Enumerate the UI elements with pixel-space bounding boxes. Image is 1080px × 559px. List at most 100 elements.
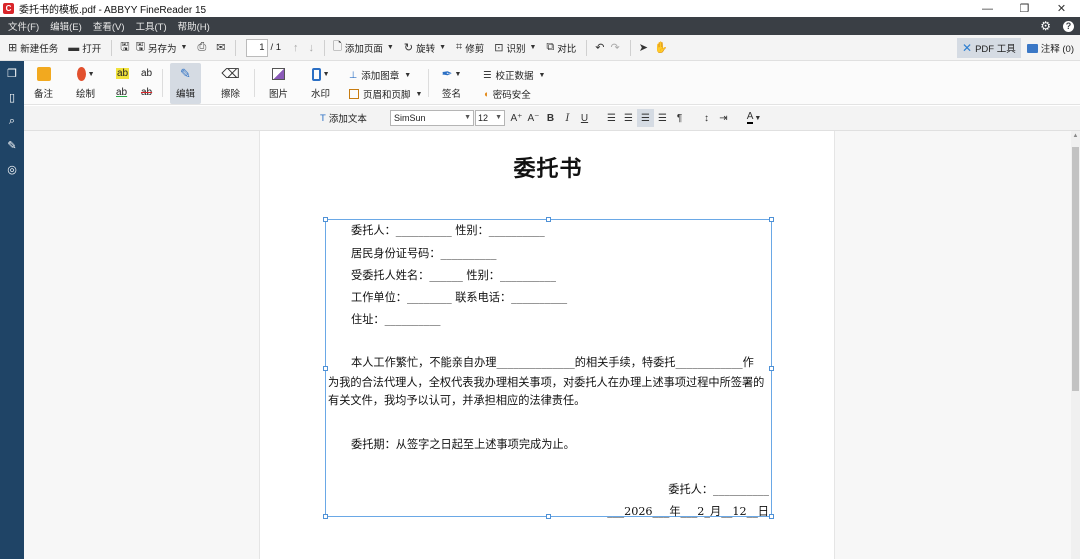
doc-line-body-2: 为我的合法代理人，全权代表我办理相关事项，对委托人在办理上述事项过程中所签署的: [328, 376, 765, 389]
restore-button[interactable]: ❐: [1006, 0, 1043, 17]
menu-right-icons: ⚙ ?: [1040, 17, 1074, 35]
underline-button[interactable]: U: [576, 109, 593, 127]
resize-handle-w[interactable]: [323, 366, 328, 371]
highlight-icon: ab: [116, 68, 130, 79]
align-right-button[interactable]: ☰: [654, 109, 671, 127]
save-button[interactable]: 🖫: [118, 37, 131, 59]
gear-icon[interactable]: ⚙: [1040, 19, 1051, 33]
rotate-button[interactable]: ↻ 旋转 ▼: [402, 37, 448, 59]
redact-data-button[interactable]: ☰ 校正数据 ▼: [483, 68, 545, 83]
app-logo-icon: C: [3, 3, 14, 14]
text-replace-button[interactable]: ab: [141, 68, 152, 79]
crop-label: 修剪: [465, 43, 485, 55]
email-button[interactable]: ✉: [214, 37, 227, 59]
watermark-button[interactable]: ▼ 水印: [311, 65, 330, 100]
annotations-button[interactable]: 注释 (0): [1021, 41, 1080, 55]
next-page-button[interactable]: ↓: [307, 37, 317, 59]
help-icon[interactable]: ?: [1063, 20, 1074, 32]
indent-button[interactable]: ⇥: [715, 109, 732, 127]
menu-edit[interactable]: 编辑(E): [50, 19, 82, 33]
vertical-scrollbar[interactable]: ▲: [1071, 131, 1080, 559]
save-as-label: 另存为: [148, 43, 177, 55]
menu-tools[interactable]: 工具(T): [135, 19, 166, 33]
scroll-up-icon[interactable]: ▲: [1071, 133, 1080, 139]
attachment-icon[interactable]: ✎: [0, 133, 24, 157]
paragraph-button[interactable]: ¶: [671, 109, 688, 127]
redo-button[interactable]: ↷: [609, 37, 622, 59]
add-stamp-button[interactable]: ⊥ 添加图章 ▼: [349, 68, 412, 83]
compare-button[interactable]: ⧉ 对比: [544, 37, 578, 59]
add-page-button[interactable]: 🗋 添加页面 ▼: [331, 37, 396, 59]
menu-help[interactable]: 帮助(H): [178, 19, 210, 33]
image-label: 图片: [269, 89, 289, 100]
prev-page-button[interactable]: ↑: [291, 37, 301, 59]
crop-icon: ⌗: [456, 41, 463, 53]
save-as-button[interactable]: 🖫 另存为 ▼: [134, 37, 190, 59]
strikethrough-button[interactable]: ab: [141, 87, 152, 98]
toolbar-separator: [629, 39, 631, 56]
arrow-up-icon: ↑: [293, 41, 299, 54]
line-spacing-button[interactable]: ↕: [698, 109, 715, 127]
toolbar-separator: [111, 39, 113, 56]
bookmark-icon[interactable]: ▯: [0, 85, 24, 109]
increase-font-button[interactable]: A⁺: [508, 109, 525, 127]
watermark-icon: ▼: [311, 65, 330, 83]
minimize-button[interactable]: —: [969, 0, 1006, 17]
draw-button[interactable]: ▼ 绘制: [76, 65, 95, 100]
underline-button[interactable]: ab: [116, 87, 127, 98]
note-button[interactable]: 备注: [34, 65, 53, 100]
erase-button[interactable]: ⌫ 擦除: [221, 65, 240, 100]
crop-button[interactable]: ⌗ 修剪: [454, 37, 486, 59]
bold-button[interactable]: B: [542, 109, 559, 127]
pages-icon[interactable]: ❐: [0, 61, 24, 85]
selected-text-block[interactable]: 委托人：__________ 性别：__________ 居民身份证号码：___…: [323, 217, 774, 519]
close-button[interactable]: ✕: [1043, 0, 1080, 17]
text-color-icon: A: [746, 111, 754, 124]
chevron-down-icon: ▼: [404, 71, 412, 79]
search-icon[interactable]: ⌕: [0, 109, 24, 133]
menu-view[interactable]: 查看(V): [93, 19, 125, 33]
left-sidebar: ❐ ▯ ⌕ ✎ ◎: [0, 61, 24, 559]
image-button[interactable]: 图片: [269, 65, 288, 100]
resize-handle-se[interactable]: [769, 514, 774, 519]
menu-file[interactable]: 文件(F): [8, 19, 39, 33]
chevron-down-icon: ▼: [754, 114, 762, 122]
doc-line-principal: 委托人：__________ 性别：__________: [351, 224, 545, 237]
hand-tool-button[interactable]: ✋: [652, 37, 670, 59]
resize-handle-nw[interactable]: [323, 217, 328, 222]
font-family-select[interactable]: SimSun ▼: [390, 110, 474, 126]
italic-button[interactable]: I: [559, 109, 576, 127]
align-center-button[interactable]: ☰: [620, 109, 637, 127]
scrollbar-thumb[interactable]: [1072, 147, 1079, 391]
signature-icon[interactable]: ◎: [0, 157, 24, 181]
align-justify-button[interactable]: ☰: [637, 109, 654, 127]
select-tool-button[interactable]: ➤: [637, 37, 650, 59]
undo-button[interactable]: ↶: [593, 37, 606, 59]
header-footer-button[interactable]: 页眉和页脚 ▼: [349, 87, 422, 101]
pdf-tools-button[interactable]: ✕ PDF 工具: [957, 38, 1021, 58]
new-task-button[interactable]: ⊞ 新建任务: [6, 37, 60, 59]
password-security-button[interactable]: ◖ 密码安全: [483, 87, 531, 102]
resize-handle-n[interactable]: [546, 217, 551, 222]
resize-handle-ne[interactable]: [769, 217, 774, 222]
window-controls: — ❐ ✕: [969, 0, 1080, 17]
highlight-button[interactable]: ab: [116, 68, 130, 79]
sign-button[interactable]: ✒ ▼ 签名: [442, 65, 462, 100]
add-text-button[interactable]: T 添加文本: [320, 111, 367, 126]
document-area[interactable]: 委托书 委托人：__________ 性别：__________ 居民身份证号码…: [24, 131, 1071, 559]
decrease-font-button[interactable]: A⁻: [525, 109, 542, 127]
print-button[interactable]: ⎙: [195, 37, 208, 59]
align-left-button[interactable]: ☰: [603, 109, 620, 127]
font-size-select[interactable]: 12 ▼: [475, 110, 505, 126]
resize-handle-s[interactable]: [546, 514, 551, 519]
pdf-page[interactable]: 委托书 委托人：__________ 性别：__________ 居民身份证号码…: [259, 131, 835, 559]
strikethrough-icon: ab: [141, 87, 153, 98]
open-button[interactable]: ▬ 打开: [66, 37, 103, 59]
edit-button[interactable]: ✎ 编辑: [170, 63, 202, 104]
page-number-input[interactable]: 1: [246, 38, 269, 57]
resize-handle-sw[interactable]: [323, 514, 328, 519]
recognize-button[interactable]: ⊡ 识别 ▼: [492, 37, 538, 59]
new-task-label: 新建任务: [20, 43, 59, 55]
text-color-button[interactable]: A ▼: [742, 109, 766, 127]
resize-handle-e[interactable]: [769, 366, 774, 371]
